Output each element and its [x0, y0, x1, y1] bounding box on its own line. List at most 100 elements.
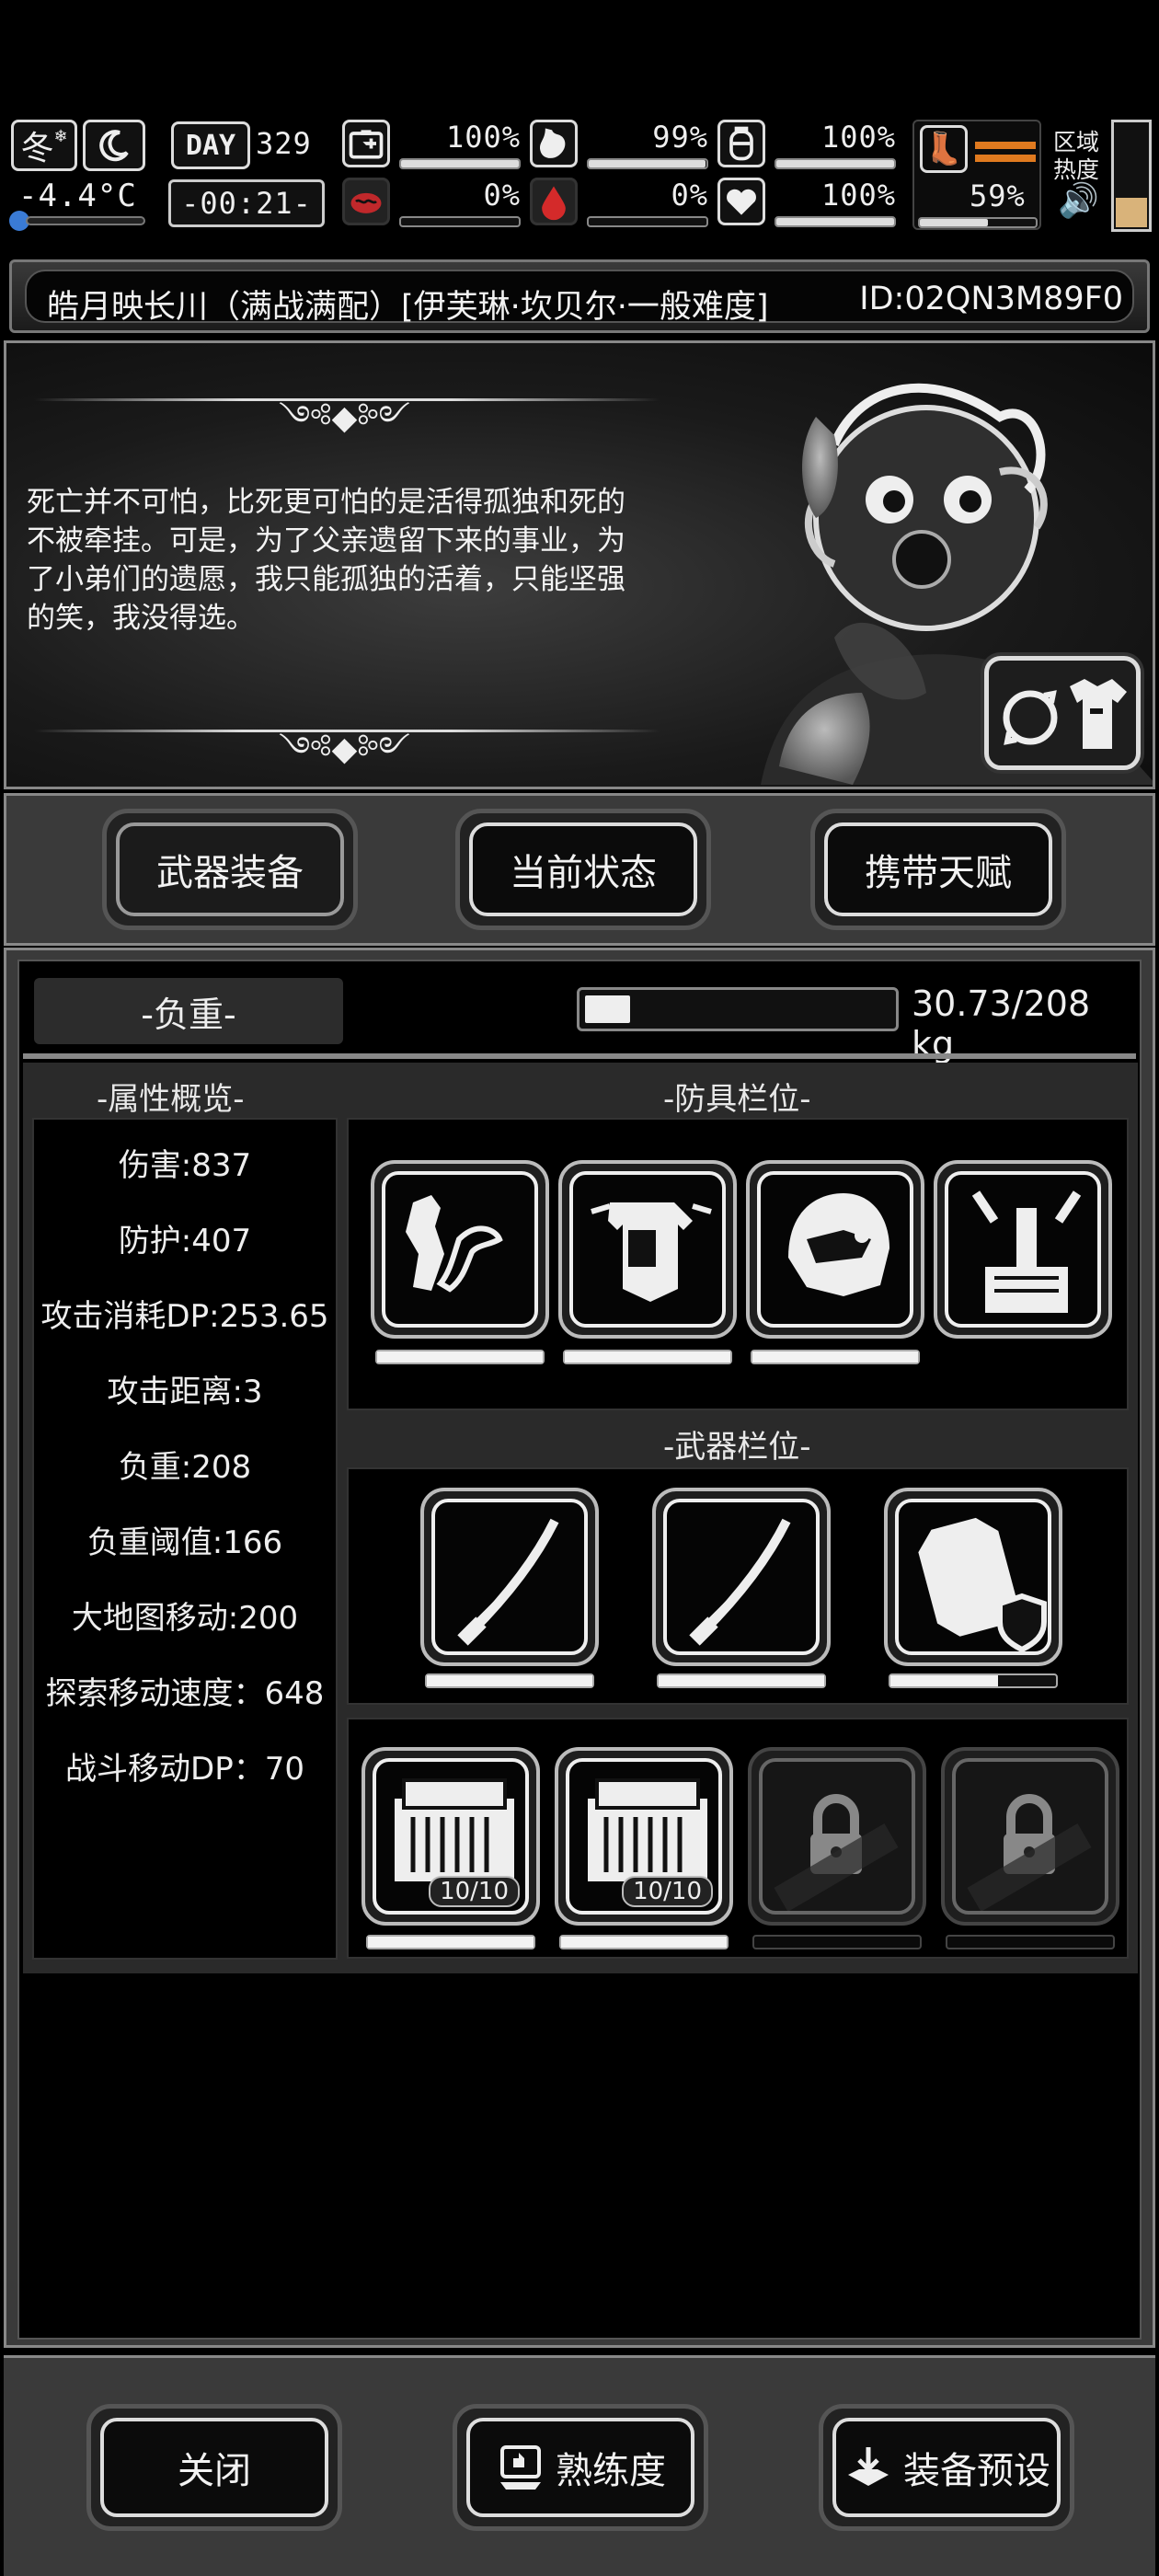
meter-value: 99% — [652, 120, 708, 155]
clock: -00:21- — [168, 179, 325, 227]
stamina-bar-top — [975, 142, 1036, 149]
stomach-icon — [530, 120, 578, 167]
moon-icon — [83, 120, 145, 171]
status-bar: 冬 ❄ -4.4°C DAY 329 -00:21- 100% 99% 100% — [0, 115, 1159, 248]
close-button[interactable]: 关闭 — [86, 2404, 342, 2531]
meter-bar-fill — [589, 160, 706, 167]
durability-fill — [659, 1675, 824, 1686]
durability-bar — [889, 1673, 1058, 1688]
armor-slot-face — [382, 1171, 538, 1328]
heart-icon — [717, 178, 765, 225]
season-label: 冬 — [20, 130, 54, 167]
preset-download-icon — [848, 2447, 889, 2486]
character-title-bar: 皓月映长川（满战满配）[伊芙琳·坎贝尔·一般难度] ID:02QN3M89F0 — [9, 259, 1150, 333]
item-slot-4[interactable] — [941, 1747, 1119, 1926]
equipment-preset-button-face: 装备预设 — [832, 2418, 1061, 2517]
meter-brain: 0% — [342, 178, 526, 233]
meter-stomach: 99% — [530, 120, 714, 175]
armor-slot-2[interactable] — [558, 1160, 737, 1339]
ornament-flourish-bottom: ༺◆༻ — [279, 730, 410, 768]
armor-slot-face — [569, 1171, 726, 1328]
attribute-item: 伤害:837 — [118, 1147, 252, 1184]
ornament-flourish-top: ༺◆༻ — [279, 399, 410, 437]
change-outfit-button[interactable] — [984, 656, 1141, 770]
stamina-fill — [920, 219, 989, 226]
meter-blood-drop: 0% — [530, 178, 714, 233]
meter-bar — [399, 158, 521, 169]
durability-bar — [366, 1935, 535, 1949]
item-slot-2[interactable]: 10/10 — [555, 1747, 733, 1926]
proficiency-button[interactable]: 熟练度 — [453, 2404, 708, 2531]
brain-icon — [342, 178, 390, 225]
stamina-panel: 👢 59% — [912, 120, 1041, 230]
slot-count: 10/10 — [622, 1876, 713, 1907]
item-slot-1[interactable]: 10/10 — [361, 1747, 540, 1926]
item-slot-face — [952, 1758, 1108, 1915]
proficiency-button-face: 熟练度 — [466, 2418, 694, 2517]
load-value: 30.73/208 kg — [912, 983, 1091, 1064]
meter-bar-fill — [401, 160, 519, 167]
item-slot-face — [759, 1758, 915, 1915]
katana-icon — [457, 1518, 559, 1646]
equipment-preset-button[interactable]: 装备预设 — [819, 2404, 1074, 2531]
equipment-preset-button-label: 装备预设 — [903, 2450, 1050, 2492]
equipment-panel: -负重- 30.73/208 kg -属性概览- -防具栏位- 伤害:837 防护… — [4, 948, 1155, 2348]
chest-armor-icon — [591, 1202, 712, 1302]
day-count: 329 — [256, 126, 312, 161]
speaker-icon[interactable]: 🔊 — [1058, 181, 1099, 220]
durability-fill — [427, 1675, 592, 1686]
tab-weapons-equipment[interactable]: 武器装备 — [102, 809, 358, 930]
durability-fill — [565, 1351, 730, 1363]
armor-slot-1[interactable] — [371, 1160, 549, 1339]
armor-slot-3[interactable] — [746, 1160, 924, 1339]
zone-heat-fill — [1116, 197, 1147, 227]
boot-icon: 👢 — [920, 125, 968, 173]
meter-bar-fill — [776, 160, 894, 167]
weapon-slot-2[interactable] — [652, 1488, 831, 1666]
day-label: DAY — [171, 121, 250, 169]
durability-bar — [563, 1350, 732, 1364]
tab-carried-talents[interactable]: 携带天赋 — [810, 809, 1066, 930]
lock-icon — [774, 1794, 899, 1911]
meter-water-bottle: 100% — [717, 120, 901, 175]
weapon-slot-face — [431, 1499, 588, 1655]
meter-value: 100% — [820, 178, 896, 213]
attribute-item: 战斗移动DP：70 — [65, 1751, 304, 1788]
water-bottle-icon — [717, 120, 765, 167]
proficiency-icon — [500, 2445, 541, 2490]
weapon-slot-3[interactable] — [884, 1488, 1062, 1666]
attribute-item: 防护:407 — [118, 1223, 252, 1259]
tab-label: 携带天赋 — [824, 822, 1052, 916]
character-portrait-panel: ༺◆༻ ༺◆༻ 死亡并不可怕，比死更可怕的是活得孤独和死的不被牵挂。可是，为了父… — [4, 340, 1155, 789]
tab-bar: 武器装备 当前状态 携带天赋 — [4, 793, 1155, 946]
meter-bar — [775, 158, 896, 169]
attribute-item: 大地图移动:200 — [71, 1600, 299, 1637]
load-bar — [577, 987, 899, 1031]
temperature: -4.4°C — [18, 178, 137, 214]
character-quote: 死亡并不可怕，比死更可怕的是活得孤独和死的不被牵挂。可是，为了父亲遗留下来的事业… — [27, 486, 625, 635]
stamina-bar-bottom — [975, 155, 1036, 162]
durability-bar — [375, 1350, 545, 1364]
item-slot-3[interactable] — [748, 1747, 926, 1926]
stats-and-slots: -属性概览- -防具栏位- 伤害:837 防护:407 攻击消耗DP:253.65 攻… — [23, 1063, 1138, 1973]
weapon-slots — [347, 1467, 1129, 1705]
snowflake-icon: ❄ — [53, 126, 68, 146]
item-slots: 10/10 10/10 — [347, 1718, 1129, 1959]
durability-fill — [890, 1675, 998, 1686]
zone-heat-gauge — [1111, 120, 1152, 232]
tab-label: 当前状态 — [469, 822, 697, 916]
durability-fill — [561, 1937, 727, 1948]
armor-slot-face — [945, 1171, 1101, 1328]
meter-value: 100% — [445, 120, 521, 155]
weapon-slot-1[interactable] — [420, 1488, 599, 1666]
armor-slot-4[interactable] — [934, 1160, 1112, 1339]
durability-fill — [377, 1351, 543, 1363]
tab-current-status[interactable]: 当前状态 — [455, 809, 711, 930]
meter-bar-fill — [776, 218, 894, 225]
stamina-value: 59% — [970, 178, 1026, 213]
durability-bar — [752, 1935, 922, 1949]
weapon-slot-face — [895, 1499, 1051, 1655]
durability-bar — [559, 1935, 729, 1949]
armor-slot-face — [757, 1171, 913, 1328]
clock-text: -00:21- — [181, 186, 312, 221]
